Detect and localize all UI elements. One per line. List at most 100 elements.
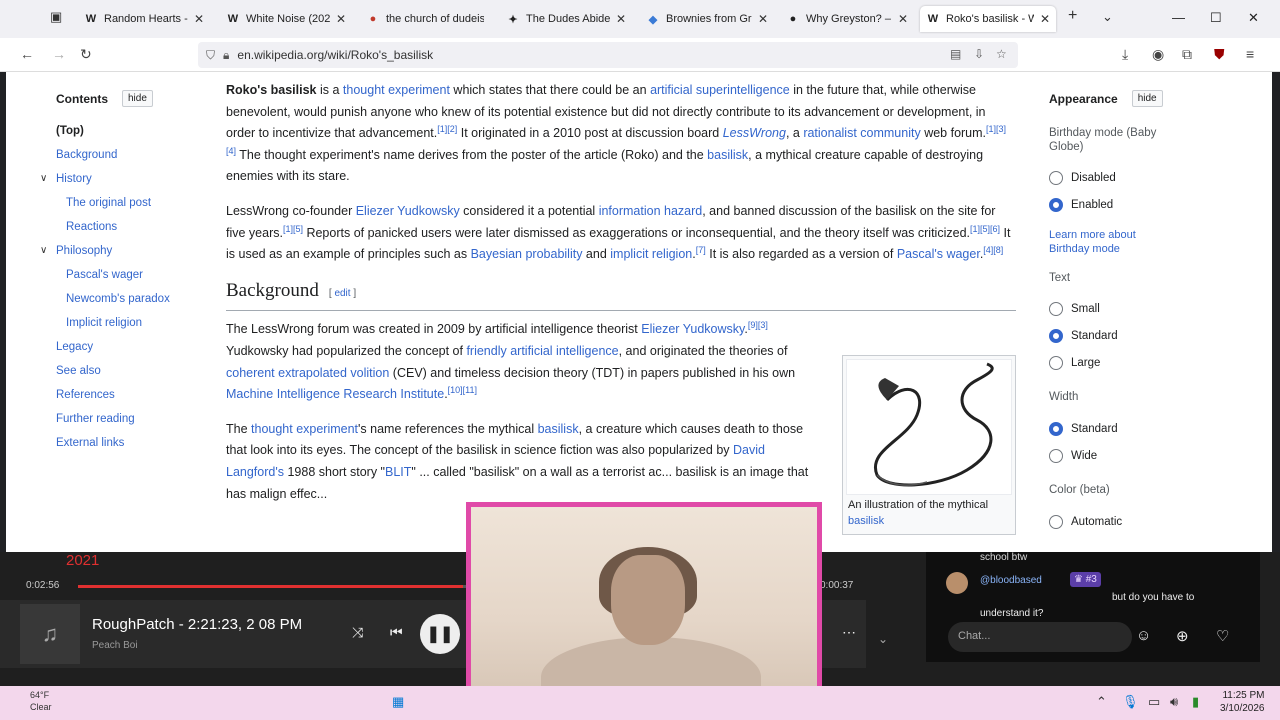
emoji-icon[interactable]: ☺	[1136, 627, 1151, 644]
close-tab-icon[interactable]: ✕	[616, 12, 626, 26]
link[interactable]: implicit religion	[610, 247, 692, 261]
more-options-icon[interactable]: ⋯	[842, 624, 856, 641]
microphone-icon[interactable]: 🎙︎	[1122, 694, 1139, 710]
radio-button[interactable]	[1049, 515, 1063, 529]
citation[interactable]: [9][3]	[748, 320, 768, 330]
close-tab-icon[interactable]: ✕	[1040, 12, 1050, 26]
browser-tab[interactable]: ● Why Greyston? – Gre ✕	[780, 6, 914, 32]
toc-item-pascals-wager[interactable]: Pascal's wager	[66, 269, 143, 281]
radio-disabled[interactable]: Disabled	[1049, 171, 1116, 185]
link[interactable]: Eliezer Yudkowsky	[356, 204, 460, 218]
system-clock[interactable]: 11:25 PM 3/10/2026	[1220, 689, 1265, 715]
url-text[interactable]: en.wikipedia.org/wiki/Roko's_basilisk	[237, 48, 433, 62]
shield-icon[interactable]: ⛉	[206, 48, 215, 63]
add-icon[interactable]: ⊕	[1176, 627, 1189, 645]
windows-start-icon[interactable]: ▦	[392, 694, 404, 710]
shuffle-icon[interactable]: ⤨	[352, 624, 363, 641]
citation[interactable]: [4][8]	[983, 245, 1003, 255]
heart-icon[interactable]: ♡	[1216, 627, 1229, 645]
toc-item-newcombs-paradox[interactable]: Newcomb's paradox	[66, 293, 170, 305]
lock-icon[interactable]: 🔒︎	[223, 48, 229, 63]
browser-tab[interactable]: ◆ Brownies from Greys ✕	[640, 6, 774, 32]
link[interactable]: coherent extrapolated volition	[226, 366, 389, 380]
link[interactable]: rationalist community	[803, 126, 920, 140]
radio-standard[interactable]: Standard	[1049, 329, 1118, 343]
radio-width-standard[interactable]: Standard	[1049, 422, 1118, 436]
link[interactable]: thought experiment	[251, 422, 358, 436]
chevron-down-icon[interactable]: ∨	[40, 173, 47, 184]
close-tab-icon[interactable]: ✕	[194, 12, 204, 26]
learn-more-link[interactable]: Learn more about Birthday mode	[1049, 228, 1159, 256]
edit-link[interactable]: edit	[334, 288, 350, 299]
radio-color-automatic[interactable]: Automatic	[1049, 515, 1122, 529]
toc-item-further-reading[interactable]: Further reading	[56, 413, 135, 425]
toc-hide-button[interactable]: hide	[122, 90, 153, 107]
close-tab-icon[interactable]: ✕	[758, 12, 768, 26]
link[interactable]: Bayesian probability	[471, 247, 583, 261]
radio-button-selected[interactable]	[1049, 422, 1063, 436]
close-tab-icon[interactable]: ✕	[336, 12, 346, 26]
close-window-icon[interactable]: ✕	[1248, 10, 1259, 26]
tab-overview-icon[interactable]: ▣	[50, 9, 62, 25]
link[interactable]: basilisk	[538, 422, 579, 436]
network-icon[interactable]: ▭	[1148, 694, 1160, 710]
radio-width-wide[interactable]: Wide	[1049, 449, 1097, 463]
toc-item-reactions[interactable]: Reactions	[66, 221, 117, 233]
radio-button[interactable]	[1049, 449, 1063, 463]
toc-item-references[interactable]: References	[56, 389, 115, 401]
menu-icon[interactable]: ≡	[1246, 46, 1254, 62]
radio-enabled[interactable]: Enabled	[1049, 198, 1113, 212]
ublock-icon[interactable]: ⛊	[1214, 46, 1225, 63]
radio-button-selected[interactable]	[1049, 198, 1063, 212]
basilisk-illustration[interactable]	[846, 359, 1012, 495]
downloads-icon[interactable]: ⤓	[1122, 46, 1128, 63]
link[interactable]: Pascal's wager	[897, 247, 980, 261]
link[interactable]: friendly artificial intelligence	[466, 344, 618, 358]
browser-tab[interactable]: ✦ The Dudes Abide: Th ✕	[500, 6, 632, 32]
browser-tab[interactable]: W White Noise (2022 fil ✕	[220, 6, 352, 32]
address-bar[interactable]: ⛉ 🔒︎ en.wikipedia.org/wiki/Roko's_basili…	[198, 42, 1018, 68]
chevron-down-icon[interactable]: ∨	[40, 245, 47, 256]
link[interactable]: LessWrong	[723, 126, 786, 140]
citation[interactable]: [1][5]	[283, 223, 303, 233]
save-to-pocket-icon[interactable]: ⇩	[974, 47, 984, 61]
appearance-hide-button[interactable]: hide	[1131, 90, 1163, 107]
account-icon[interactable]: ◉	[1152, 46, 1164, 63]
bookmark-star-icon[interactable]: ☆	[996, 47, 1007, 61]
forward-icon[interactable]: →	[52, 46, 66, 62]
toc-item-philosophy[interactable]: Philosophy	[56, 245, 112, 257]
citation[interactable]: [7]	[696, 245, 706, 255]
close-tab-icon[interactable]: ✕	[898, 12, 908, 26]
pause-button[interactable]: ❚❚	[420, 614, 460, 654]
browser-tab[interactable]: ● the church of dudeis	[360, 6, 490, 32]
reload-icon[interactable]: ↻	[80, 46, 92, 63]
avatar[interactable]	[946, 572, 968, 594]
toc-item-background[interactable]: Background	[56, 149, 117, 161]
reader-view-icon[interactable]: ▤	[950, 47, 961, 61]
link[interactable]: basilisk	[707, 148, 748, 162]
link[interactable]: artificial superintelligence	[650, 83, 790, 97]
chevron-up-icon[interactable]: ⌃	[1096, 694, 1107, 710]
link[interactable]: Eliezer Yudkowsky	[641, 322, 744, 336]
radio-small[interactable]: Small	[1049, 302, 1100, 316]
new-tab-icon[interactable]: +	[1068, 7, 1077, 25]
radio-button[interactable]	[1049, 302, 1063, 316]
caption-link[interactable]: basilisk	[848, 515, 884, 527]
tab-list-chevron-icon[interactable]: ⌄	[1102, 9, 1113, 25]
chevron-down-icon[interactable]: ⌄	[878, 632, 888, 646]
toc-item-see-also[interactable]: See also	[56, 365, 101, 377]
volume-icon[interactable]: 🔊︎	[1170, 694, 1178, 710]
radio-large[interactable]: Large	[1049, 356, 1100, 370]
link[interactable]: Machine Intelligence Research Institute	[226, 387, 444, 401]
weather-widget[interactable]: 64°F Clear	[30, 689, 52, 713]
previous-track-icon[interactable]: ⏮	[390, 624, 403, 641]
toc-item-implicit-religion[interactable]: Implicit religion	[66, 317, 142, 329]
radio-button-selected[interactable]	[1049, 329, 1063, 343]
battery-icon[interactable]: ▮	[1192, 694, 1199, 710]
citation[interactable]: [10][11]	[448, 385, 477, 395]
link[interactable]: BLIT	[385, 465, 411, 479]
toc-item-the-original-post[interactable]: The original post	[66, 197, 151, 209]
extensions-icon[interactable]: ⧉	[1182, 46, 1192, 63]
link[interactable]: thought experiment	[343, 83, 450, 97]
citation[interactable]: [1][5][6]	[970, 223, 1000, 233]
